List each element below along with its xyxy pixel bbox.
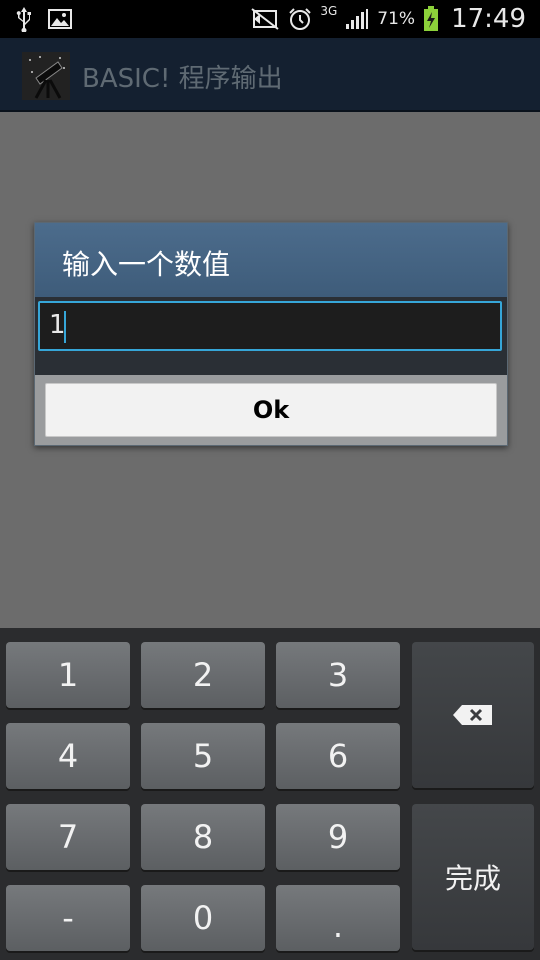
status-bar: 3G 71% 17:49 <box>0 0 540 38</box>
key-label: 9 <box>327 818 349 856</box>
dialog-header: 输入一个数值 <box>35 223 507 297</box>
key-label: 7 <box>57 818 79 856</box>
backspace-key[interactable] <box>412 642 534 788</box>
alarm-icon <box>288 7 312 31</box>
key-1[interactable]: 1 <box>6 642 130 708</box>
status-bar-left <box>14 6 72 32</box>
dialog-footer: Ok <box>35 375 507 445</box>
ok-button[interactable]: Ok <box>45 383 497 437</box>
action-bar: BASIC! 程序输出 <box>0 38 540 112</box>
mute-icon <box>250 8 280 30</box>
number-input[interactable]: 1 <box>38 301 502 351</box>
dialog-title: 输入一个数值 <box>62 248 231 281</box>
key-label: 5 <box>192 737 214 775</box>
backspace-icon <box>452 696 494 734</box>
key-period[interactable]: . <box>276 885 400 951</box>
network-type-label: 3G <box>320 4 338 18</box>
status-bar-right: 3G 71% 17:49 <box>250 0 526 38</box>
app-title: BASIC! 程序输出 <box>82 64 283 94</box>
key-label: 6 <box>327 737 349 775</box>
done-key-label: 完成 <box>444 862 501 895</box>
key-6[interactable]: 6 <box>276 723 400 789</box>
key-label: 2 <box>192 656 214 694</box>
key-7[interactable]: 7 <box>6 804 130 870</box>
key-3[interactable]: 3 <box>276 642 400 708</box>
key-2[interactable]: 2 <box>141 642 265 708</box>
key-minus[interactable]: - <box>6 885 130 951</box>
dialog-body: 1 <box>35 297 507 375</box>
key-label: . <box>332 907 344 945</box>
done-key[interactable]: 完成 <box>412 804 534 950</box>
image-icon <box>48 9 72 29</box>
key-label: 4 <box>57 737 79 775</box>
key-label: 8 <box>192 818 214 856</box>
battery-charging-icon <box>423 6 439 32</box>
key-4[interactable]: 4 <box>6 723 130 789</box>
key-label: - <box>62 899 74 937</box>
text-cursor <box>64 311 66 343</box>
telescope-icon <box>22 52 70 100</box>
usb-icon <box>14 6 34 32</box>
key-label: 1 <box>57 656 79 694</box>
key-0[interactable]: 0 <box>141 885 265 951</box>
key-9[interactable]: 9 <box>276 804 400 870</box>
key-label: 3 <box>327 656 349 694</box>
input-dialog: 输入一个数值 1 Ok <box>34 222 508 446</box>
key-label: 0 <box>192 899 214 937</box>
key-8[interactable]: 8 <box>141 804 265 870</box>
signal-icon <box>345 8 369 30</box>
battery-percent: 71% <box>377 9 416 29</box>
clock: 17:49 <box>451 4 526 34</box>
key-5[interactable]: 5 <box>141 723 265 789</box>
numeric-keyboard: 1 2 3 4 5 6 7 8 9 - 0 . 完成 <box>0 628 540 960</box>
